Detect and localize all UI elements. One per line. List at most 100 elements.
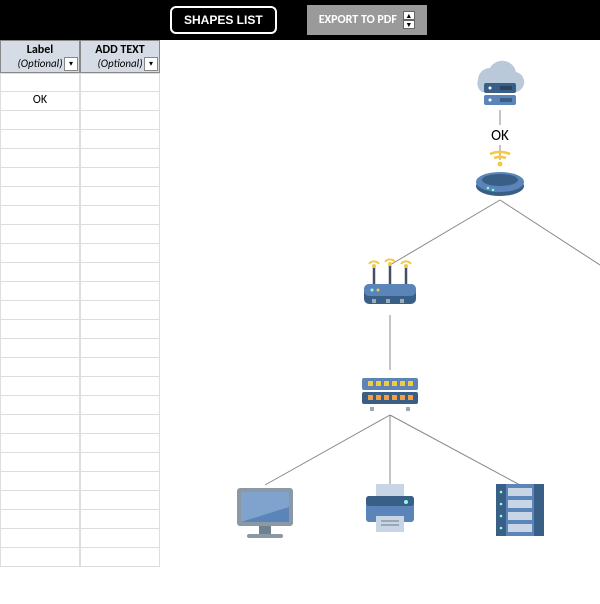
printer-icon[interactable] — [366, 484, 414, 532]
table-cell[interactable] — [0, 415, 80, 434]
table-row[interactable] — [0, 187, 170, 206]
diagram-canvas[interactable]: OK — [170, 40, 600, 600]
table-cell[interactable] — [0, 301, 80, 320]
switch-icon[interactable] — [362, 378, 418, 411]
table-row[interactable] — [0, 168, 170, 187]
table-row[interactable] — [0, 282, 170, 301]
table-row[interactable] — [0, 149, 170, 168]
server-icon[interactable] — [496, 484, 544, 536]
export-pdf-button[interactable]: EXPORT TO PDF ▲ ▼ — [307, 5, 427, 35]
monitor-icon[interactable] — [237, 488, 293, 538]
table-cell[interactable] — [80, 92, 160, 111]
data-table: Label (Optional) ▾ ADD TEXT (Optional) ▾… — [0, 40, 170, 567]
table-row[interactable] — [0, 206, 170, 225]
header-label[interactable]: Label (Optional) ▾ — [0, 40, 80, 73]
export-spinner: ▲ ▼ — [403, 11, 415, 29]
table-cell[interactable] — [0, 244, 80, 263]
table-cell[interactable] — [0, 453, 80, 472]
table-row[interactable] — [0, 453, 170, 472]
table-row[interactable] — [0, 548, 170, 567]
table-cell[interactable] — [80, 282, 160, 301]
table-row[interactable] — [0, 491, 170, 510]
shapes-list-button[interactable]: SHAPES LIST — [170, 6, 277, 34]
table-cell[interactable] — [0, 149, 80, 168]
table-row[interactable] — [0, 434, 170, 453]
table-cell[interactable] — [0, 377, 80, 396]
table-cell[interactable] — [80, 206, 160, 225]
table-cell[interactable] — [0, 130, 80, 149]
header-title: ADD TEXT — [81, 43, 159, 57]
table-row[interactable] — [0, 529, 170, 548]
header-addtext[interactable]: ADD TEXT (Optional) ▾ — [80, 40, 160, 73]
table-cell[interactable] — [80, 548, 160, 567]
table-cell[interactable] — [0, 282, 80, 301]
filter-icon[interactable]: ▾ — [144, 57, 158, 71]
table-cell[interactable] — [0, 225, 80, 244]
table-cell[interactable] — [80, 225, 160, 244]
table-cell[interactable] — [0, 168, 80, 187]
table-cell[interactable] — [0, 510, 80, 529]
table-row[interactable] — [0, 510, 170, 529]
table-cell[interactable] — [80, 244, 160, 263]
table-cell[interactable] — [0, 111, 80, 130]
table-cell[interactable]: OK — [0, 92, 80, 111]
cloud-server-icon[interactable] — [477, 61, 524, 105]
table-cell[interactable] — [80, 510, 160, 529]
table-cell[interactable] — [80, 377, 160, 396]
table-row[interactable] — [0, 396, 170, 415]
table-row[interactable] — [0, 301, 170, 320]
table-cell[interactable] — [80, 472, 160, 491]
table-row[interactable] — [0, 225, 170, 244]
table-cell[interactable] — [0, 434, 80, 453]
table-cell[interactable] — [0, 396, 80, 415]
table-cell[interactable] — [80, 301, 160, 320]
table-cell[interactable] — [80, 187, 160, 206]
table-cell[interactable] — [0, 73, 80, 92]
table-cell[interactable] — [80, 111, 160, 130]
table-header-row: Label (Optional) ▾ ADD TEXT (Optional) ▾ — [0, 40, 170, 73]
table-cell[interactable] — [0, 206, 80, 225]
table-row[interactable] — [0, 415, 170, 434]
table-cell[interactable] — [0, 529, 80, 548]
table-cell[interactable] — [0, 320, 80, 339]
table-row[interactable] — [0, 358, 170, 377]
table-cell[interactable] — [0, 358, 80, 377]
table-cell[interactable] — [0, 263, 80, 282]
table-row[interactable] — [0, 263, 170, 282]
table-cell[interactable] — [80, 434, 160, 453]
table-cell[interactable] — [0, 548, 80, 567]
table-cell[interactable] — [80, 149, 160, 168]
spinner-down-icon[interactable]: ▼ — [403, 20, 415, 29]
table-cell[interactable] — [0, 491, 80, 510]
table-cell[interactable] — [0, 472, 80, 491]
table-row[interactable] — [0, 339, 170, 358]
table-cell[interactable] — [80, 168, 160, 187]
table-cell[interactable] — [80, 358, 160, 377]
node-label-ok: OK — [491, 127, 509, 145]
table-cell[interactable] — [80, 73, 160, 92]
filter-icon[interactable]: ▾ — [64, 57, 78, 71]
table-cell[interactable] — [80, 339, 160, 358]
table-row[interactable]: OK — [0, 92, 170, 111]
table-cell[interactable] — [80, 491, 160, 510]
table-cell[interactable] — [80, 415, 160, 434]
table-row[interactable] — [0, 320, 170, 339]
table-cell[interactable] — [80, 263, 160, 282]
table-cell[interactable] — [0, 187, 80, 206]
table-cell[interactable] — [80, 453, 160, 472]
router-icon[interactable] — [364, 259, 416, 304]
table-row[interactable] — [0, 111, 170, 130]
table-cell[interactable] — [80, 529, 160, 548]
table-cell[interactable] — [80, 320, 160, 339]
export-pdf-label: EXPORT TO PDF — [319, 13, 397, 27]
table-row[interactable] — [0, 244, 170, 263]
table-cell[interactable] — [0, 339, 80, 358]
table-row[interactable] — [0, 472, 170, 491]
header-title: Label — [1, 43, 79, 57]
table-cell[interactable] — [80, 396, 160, 415]
table-cell[interactable] — [80, 130, 160, 149]
table-row[interactable] — [0, 73, 170, 92]
table-row[interactable] — [0, 130, 170, 149]
table-row[interactable] — [0, 377, 170, 396]
spinner-up-icon[interactable]: ▲ — [403, 11, 415, 20]
